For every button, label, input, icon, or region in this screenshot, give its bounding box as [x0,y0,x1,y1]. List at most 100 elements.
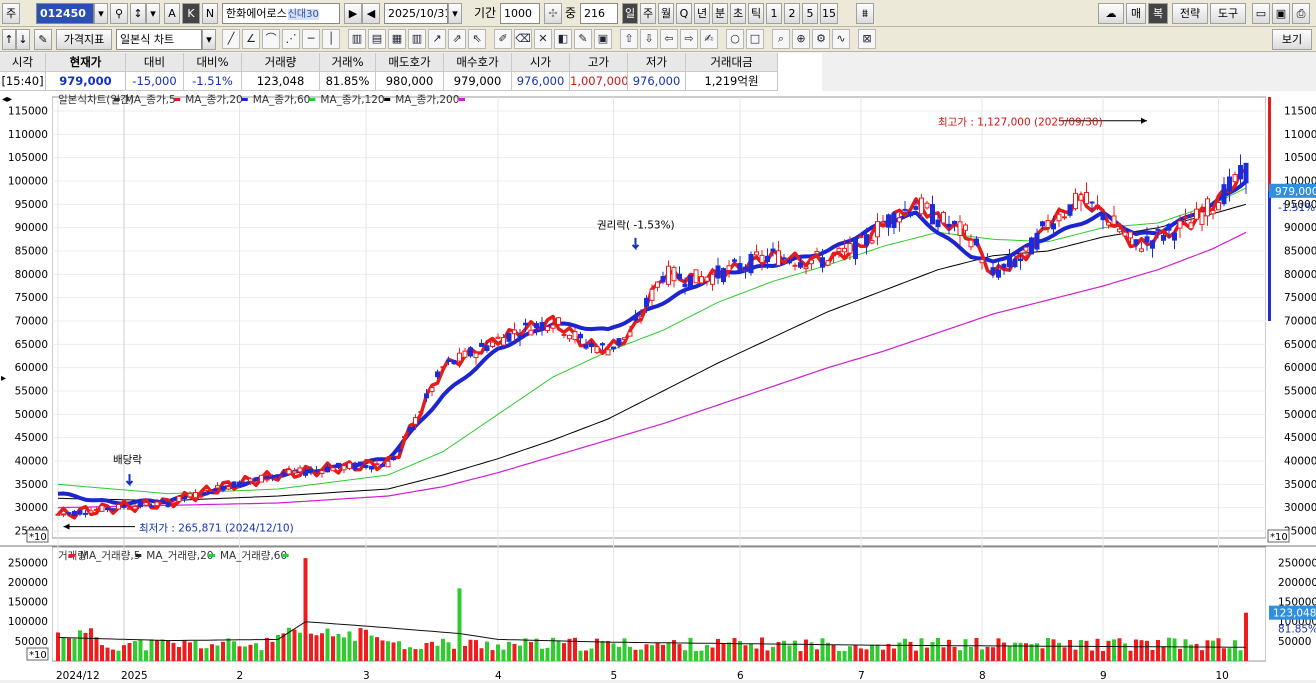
view-button[interactable]: 보기 [1272,29,1312,50]
hline-tool-icon[interactable]: ─ [302,29,320,49]
market-select[interactable]: 주 [2,3,20,24]
candle-body [715,265,721,279]
circle-tool-icon[interactable]: ○ [726,29,744,49]
volume-bar [815,649,819,661]
volume-bar [1007,645,1012,661]
code-input[interactable]: 012450 [36,3,94,24]
count-input[interactable]: 216 [580,3,618,24]
candle-body [308,468,314,473]
chart-type-select[interactable]: 일본식 차트 [116,29,202,50]
candle-body [902,208,908,211]
date-dropdown-icon[interactable]: ▾ [448,3,462,24]
line-tool-icon[interactable]: ╱ [222,29,240,49]
right-mark-icon[interactable]: ⇨ [680,29,698,49]
buy-sell-button[interactable]: 매 [1126,3,1146,24]
save-icon[interactable]: ▣ [1272,3,1290,24]
period-button-1[interactable]: 주 [640,3,656,24]
multi-button[interactable]: 복 [1148,3,1168,24]
price-tick-right-12: 85000 [1284,246,1316,258]
period-button-4[interactable]: 년 [694,3,710,24]
grid-4-icon[interactable]: ▥ [408,29,426,49]
sort-icon[interactable]: ↕ [130,3,146,24]
magnify-tool-icon[interactable]: ⊕ [792,29,810,49]
up-arrow-icon[interactable]: ↑ [2,29,16,50]
period-button-7[interactable]: 틱 [748,3,764,24]
edit-icon[interactable]: ✎ [34,29,52,50]
mode-a-button[interactable]: A [164,3,180,24]
rect-tool-icon[interactable]: □ [746,29,764,49]
indicator-button[interactable]: 가격지표 [56,29,112,50]
grid-3-icon[interactable]: ▦ [388,29,406,49]
candle-body [809,259,814,265]
chart-settings-icon[interactable]: ⩩ [856,3,874,24]
date-input[interactable]: 2025/10/31 [384,3,448,24]
fill-tool-icon[interactable]: ◧ [554,29,572,49]
crosshair-icon[interactable]: ✣ [544,3,562,24]
pen-tool-icon[interactable]: ✐ [494,29,512,49]
up-mark-icon[interactable]: ⇧ [620,29,638,49]
eraser-tool-icon[interactable]: ⌫ [514,29,532,49]
sort-dropdown-icon[interactable]: ▾ [146,3,160,24]
price-volume-chart[interactable]: 2500025000300003000035000350004000040000… [0,91,1316,682]
candle-body [1023,246,1029,252]
fib-fan-tool-icon[interactable]: ⋰ [282,29,300,49]
volume-bar [611,643,616,661]
candle-body [226,486,231,490]
grid-1-icon[interactable]: ▥ [348,29,366,49]
next-icon[interactable]: ▶ [344,3,362,24]
candle-body [1073,192,1078,210]
candle-body [831,254,836,257]
cross-tool-icon[interactable]: ✕ [534,29,552,49]
code-dropdown-icon[interactable]: ▾ [94,3,108,24]
print-icon[interactable]: ⎙ [1292,3,1310,24]
search-icon[interactable]: ⚲ [110,3,128,24]
image-tool-icon[interactable]: ▣ [594,29,612,49]
clear-tool-icon[interactable]: ⊠ [858,29,876,49]
down-mark-icon[interactable]: ⇩ [640,29,658,49]
trend-3-icon[interactable]: ⇖ [468,29,486,49]
vline-tool-icon[interactable]: │ [322,29,340,49]
prev-icon[interactable]: ◀ [362,3,380,24]
chart-area: 2500025000300003000035000350004000040000… [0,91,1316,682]
period-button-11[interactable]: 15 [820,3,838,24]
candle-body [413,417,418,425]
candle-body [550,324,556,329]
arc-tool-icon[interactable]: ⌒ [262,29,280,49]
strategy-button[interactable]: 전략 [1172,3,1208,24]
settings-tool-icon[interactable]: ⚙ [812,29,830,49]
note-tool-icon[interactable]: ✎ [574,29,592,49]
tools-button[interactable]: 도구 [1210,3,1246,24]
zoom-tool-icon[interactable]: ⌕ [772,29,790,49]
x-tick-9: 9 [1100,670,1107,680]
candle-body [1227,176,1232,192]
cloud-icon[interactable]: ☁ [1098,3,1124,24]
wave-tool-icon[interactable]: ∿ [832,29,850,49]
chart-type-dropdown-icon[interactable]: ▾ [202,29,216,50]
period-button-5[interactable]: 분 [712,3,728,24]
period-button-2[interactable]: 월 [658,3,674,24]
text-tool-icon[interactable]: ✍ [700,29,718,49]
period-input[interactable]: 1000 [500,3,540,24]
period-button-8[interactable]: 1 [766,3,782,24]
quote-value-10: 976,000 [628,72,686,91]
quote-value-5: 81.85% [320,72,376,91]
period-button-3[interactable]: Q [676,3,692,24]
trend-1-icon[interactable]: ↗ [428,29,446,49]
volume-bar [138,639,143,661]
folder-icon[interactable]: ▭ [1252,3,1270,24]
period-button-6[interactable]: 초 [730,3,746,24]
down-arrow-icon[interactable]: ↓ [16,29,30,50]
stock-name-field[interactable]: 한화에어로스신대30 [222,3,340,24]
period-button-0[interactable]: 일 [622,3,638,24]
mode-k-button[interactable]: K [182,3,200,24]
grid-2-icon[interactable]: ▤ [368,29,386,49]
period-button-10[interactable]: 5 [802,3,818,24]
period-button-9[interactable]: 2 [784,3,800,24]
volume-bar [303,558,308,661]
angle-tool-icon[interactable]: ∠ [242,29,260,49]
volume-bar [413,649,418,661]
left-mark-icon[interactable]: ⇦ [660,29,678,49]
trend-2-icon[interactable]: ⇗ [448,29,466,49]
candle-body [512,329,517,335]
mode-n-button[interactable]: N [202,3,218,24]
